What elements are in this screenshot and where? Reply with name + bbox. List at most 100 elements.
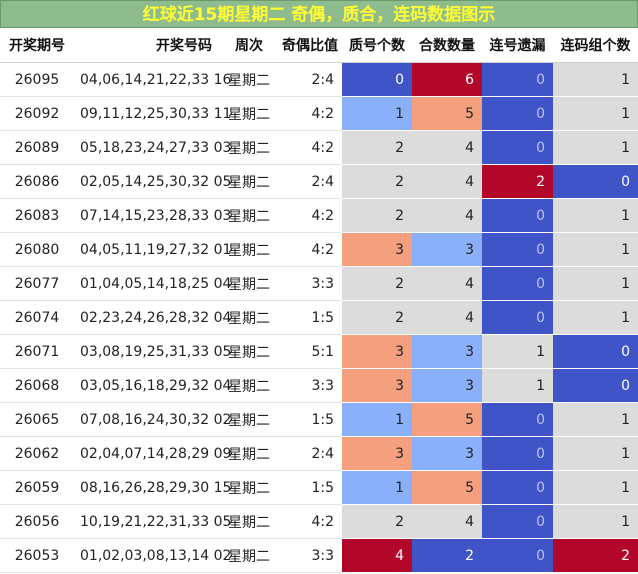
prime-count-cell: 4: [342, 538, 412, 573]
header-row: 开奖期号 开奖号码 周次 奇偶比值 质号个数 合数数量 连号遗漏 连码组个数: [0, 28, 638, 63]
composite-count-cell: 5: [412, 96, 482, 131]
column-header-numbers: 开奖号码: [74, 28, 220, 63]
column-header-ratio: 奇偶比值: [278, 28, 342, 63]
consec-groups-cell: 2: [553, 538, 638, 573]
prime-count-cell: 0: [342, 62, 412, 97]
ratio-cell: 1:5: [278, 470, 342, 505]
weekday-cell: 星期二: [220, 198, 278, 233]
table-row: 26068 03,05,16,18,29,32 04 星期二 3:3 3 3 1 0: [0, 368, 638, 403]
table-row: 26077 01,04,05,14,18,25 04 星期二 3:3 2 4 0 1: [0, 266, 638, 301]
weekday-cell: 星期二: [220, 436, 278, 471]
composite-count-cell: 4: [412, 198, 482, 233]
composite-count-cell: 4: [412, 266, 482, 301]
consec-groups-cell: 1: [553, 470, 638, 505]
consec-miss-cell: 2: [482, 164, 553, 199]
weekday-cell: 星期二: [220, 402, 278, 437]
prime-count-cell: 1: [342, 96, 412, 131]
issue-cell: 26080: [0, 232, 74, 267]
weekday-cell: 星期二: [220, 300, 278, 335]
issue-cell: 26062: [0, 436, 74, 471]
table-row: 26062 02,04,07,14,28,29 09 星期二 2:4 3 3 0 1: [0, 436, 638, 471]
column-header-consec-miss: 连号遗漏: [482, 28, 553, 63]
composite-count-cell: 2: [412, 538, 482, 573]
column-header-consec-groups: 连码组个数: [553, 28, 638, 63]
consec-miss-cell: 1: [482, 334, 553, 369]
ratio-cell: 2:4: [278, 436, 342, 471]
consec-miss-cell: 0: [482, 96, 553, 131]
weekday-cell: 星期二: [220, 470, 278, 505]
ratio-cell: 2:4: [278, 62, 342, 97]
consec-miss-cell: 0: [482, 300, 553, 335]
prime-count-cell: 1: [342, 402, 412, 437]
weekday-cell: 星期二: [220, 62, 278, 97]
prime-count-cell: 2: [342, 164, 412, 199]
weekday-cell: 星期二: [220, 334, 278, 369]
prime-count-cell: 3: [342, 334, 412, 369]
table-row: 26086 02,05,14,25,30,32 05 星期二 2:4 2 4 2 0: [0, 164, 638, 199]
numbers-cell: 08,16,26,28,29,30 15: [74, 470, 231, 505]
issue-cell: 26089: [0, 130, 74, 165]
composite-count-cell: 5: [412, 470, 482, 505]
composite-count-cell: 3: [412, 334, 482, 369]
numbers-cell: 01,04,05,14,18,25 04: [74, 266, 231, 301]
composite-count-cell: 4: [412, 300, 482, 335]
numbers-cell: 03,05,16,18,29,32 04: [74, 368, 231, 403]
consec-groups-cell: 0: [553, 368, 638, 403]
numbers-cell: 01,02,03,08,13,14 02: [74, 538, 231, 573]
consec-miss-cell: 0: [482, 266, 553, 301]
column-header-weekday: 周次: [220, 28, 278, 63]
issue-cell: 26065: [0, 402, 74, 437]
numbers-cell: 04,05,11,19,27,32 01: [74, 232, 231, 267]
composite-count-cell: 3: [412, 368, 482, 403]
issue-cell: 26068: [0, 368, 74, 403]
ratio-cell: 4:2: [278, 232, 342, 267]
consec-groups-cell: 1: [553, 232, 638, 267]
table-row: 26095 04,06,14,21,22,33 16 星期二 2:4 0 6 0 1: [0, 62, 638, 97]
consec-groups-cell: 1: [553, 504, 638, 539]
consec-groups-cell: 1: [553, 266, 638, 301]
table-row: 26053 01,02,03,08,13,14 02 星期二 3:3 4 2 0 2: [0, 538, 638, 573]
weekday-cell: 星期二: [220, 504, 278, 539]
numbers-cell: 05,18,23,24,27,33 03: [74, 130, 231, 165]
numbers-cell: 03,08,19,25,31,33 05: [74, 334, 231, 369]
weekday-cell: 星期二: [220, 538, 278, 573]
consec-miss-cell: 0: [482, 198, 553, 233]
weekday-cell: 星期二: [220, 96, 278, 131]
numbers-cell: 10,19,21,22,31,33 05: [74, 504, 231, 539]
consec-miss-cell: 0: [482, 504, 553, 539]
prime-count-cell: 2: [342, 198, 412, 233]
table-row: 26080 04,05,11,19,27,32 01 星期二 4:2 3 3 0 1: [0, 232, 638, 267]
ratio-cell: 1:5: [278, 300, 342, 335]
numbers-cell: 02,23,24,26,28,32 04: [74, 300, 231, 335]
weekday-cell: 星期二: [220, 130, 278, 165]
consec-groups-cell: 0: [553, 334, 638, 369]
numbers-cell: 04,06,14,21,22,33 16: [74, 62, 231, 97]
consec-groups-cell: 1: [553, 436, 638, 471]
issue-cell: 26053: [0, 538, 74, 573]
column-header-issue: 开奖期号: [0, 28, 74, 63]
composite-count-cell: 6: [412, 62, 482, 97]
prime-count-cell: 1: [342, 470, 412, 505]
ratio-cell: 1:5: [278, 402, 342, 437]
results-table: 开奖期号 开奖号码 周次 奇偶比值 质号个数 合数数量 连号遗漏 连码组个数 2…: [0, 28, 638, 573]
prime-count-cell: 2: [342, 266, 412, 301]
consec-groups-cell: 0: [553, 164, 638, 199]
weekday-cell: 星期二: [220, 232, 278, 267]
table-row: 26083 07,14,15,23,28,33 03 星期二 4:2 2 4 0 1: [0, 198, 638, 233]
composite-count-cell: 5: [412, 402, 482, 437]
ratio-cell: 4:2: [278, 96, 342, 131]
issue-cell: 26059: [0, 470, 74, 505]
issue-cell: 26056: [0, 504, 74, 539]
consec-miss-cell: 0: [482, 538, 553, 573]
prime-count-cell: 2: [342, 130, 412, 165]
numbers-cell: 02,04,07,14,28,29 09: [74, 436, 231, 471]
consec-miss-cell: 0: [482, 470, 553, 505]
prime-count-cell: 2: [342, 504, 412, 539]
consec-groups-cell: 1: [553, 62, 638, 97]
consec-groups-cell: 1: [553, 402, 638, 437]
consec-groups-cell: 1: [553, 130, 638, 165]
column-header-composite: 合数数量: [412, 28, 482, 63]
table-row: 26092 09,11,12,25,30,33 11 星期二 4:2 1 5 0 1: [0, 96, 638, 131]
ratio-cell: 4:2: [278, 130, 342, 165]
table-row: 26071 03,08,19,25,31,33 05 星期二 5:1 3 3 1 0: [0, 334, 638, 369]
